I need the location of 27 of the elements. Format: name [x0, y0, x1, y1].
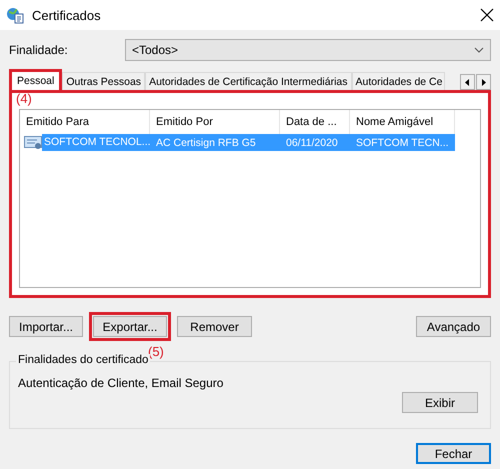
purpose-dropdown[interactable]: <Todos> [125, 39, 491, 61]
chevron-icon [474, 47, 484, 53]
annotation-label: (5) [148, 344, 164, 359]
certificate-icon [24, 136, 42, 150]
tab[interactable]: Outras Pessoas [62, 72, 146, 90]
close-icon[interactable] [480, 8, 494, 22]
scroll-right-button[interactable] [476, 74, 491, 90]
table-cell: 06/11/2020 [280, 134, 350, 151]
purposes-text: Autenticação de Cliente, Email Seguro [18, 376, 224, 390]
action-button[interactable]: Remover [177, 316, 252, 337]
close-button[interactable]: Fechar [416, 443, 491, 464]
table-cell: SOFTCOM TECN... [350, 134, 455, 151]
tab[interactable]: Autoridades de Ce [352, 72, 446, 90]
purpose-label: Finalidade: [9, 43, 69, 57]
tab[interactable]: Autoridades de Certificação Intermediárias [145, 72, 352, 90]
right-triangle-icon [481, 78, 486, 86]
left-triangle-icon [465, 78, 470, 86]
window-title: Certificados [32, 8, 102, 22]
tab[interactable]: Pessoal [9, 69, 62, 90]
view-button[interactable]: Exibir [402, 392, 478, 413]
scroll-left-button[interactable] [460, 74, 475, 90]
certificate-icon [6, 6, 24, 24]
action-button[interactable]: Importar... [9, 316, 83, 337]
action-button[interactable]: Exportar... [93, 316, 167, 337]
group-title: Finalidades do certificado [16, 354, 150, 366]
advanced-button[interactable]: Avançado [416, 316, 491, 337]
annotation-label: (4) [16, 91, 32, 106]
